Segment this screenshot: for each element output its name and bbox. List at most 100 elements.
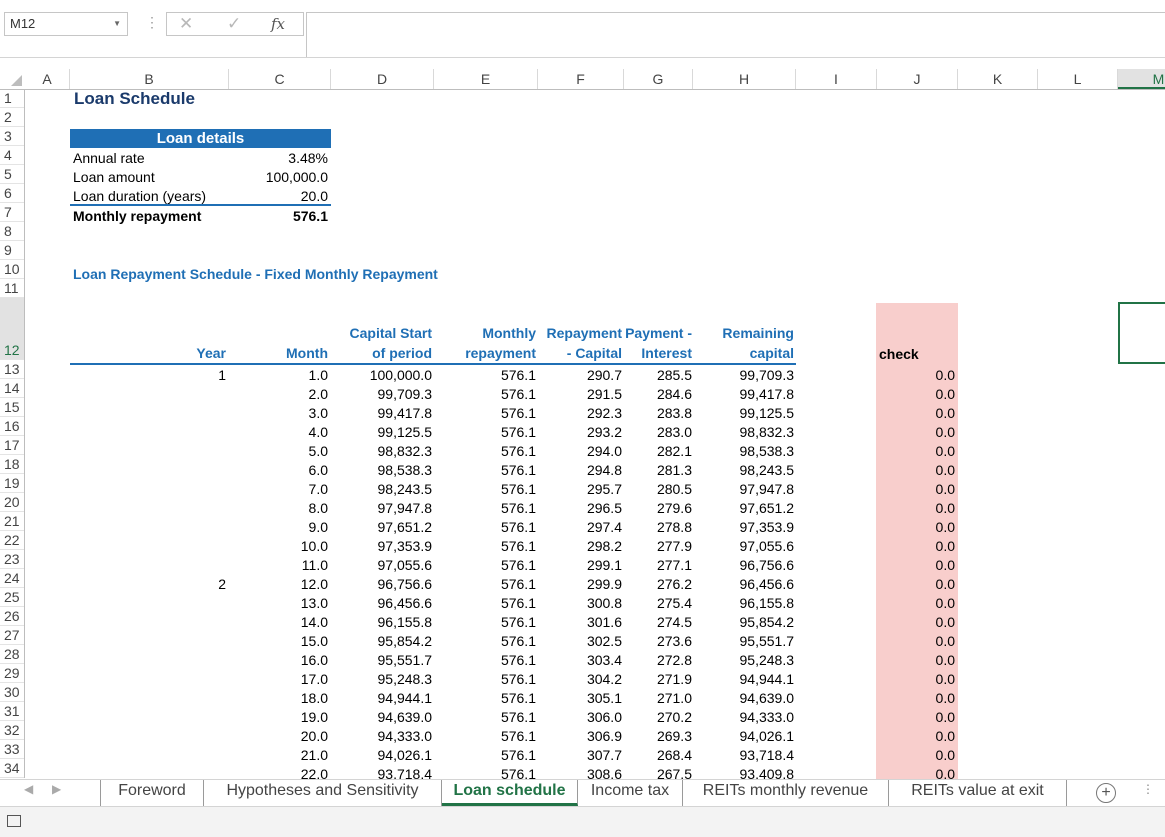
select-all-corner[interactable] <box>0 69 25 89</box>
table-cell-month: 5.0 <box>308 443 328 459</box>
column-header-b[interactable]: B <box>70 69 229 89</box>
table-cell-check: 0.0 <box>935 424 955 440</box>
table-cell-month: 18.0 <box>300 690 328 706</box>
table-cell-check: 0.0 <box>935 557 955 573</box>
row-header-20[interactable]: 20 <box>0 493 24 512</box>
schedule-title: Loan Repayment Schedule - Fixed Monthly … <box>73 266 438 282</box>
column-header-e[interactable]: E <box>434 69 538 89</box>
table-cell-capital: 297.4 <box>586 519 622 535</box>
row-header-24[interactable]: 24 <box>0 569 24 588</box>
column-header-h[interactable]: H <box>693 69 796 89</box>
loan-details-divider <box>70 204 331 206</box>
add-sheet-icon[interactable]: + <box>1096 783 1116 803</box>
row-header-14[interactable]: 14 <box>0 379 24 398</box>
row-header-8[interactable]: 8 <box>0 222 24 241</box>
row-header-17[interactable]: 17 <box>0 436 24 455</box>
table-cell-interest: 275.4 <box>656 595 692 611</box>
row-header-25[interactable]: 25 <box>0 588 24 607</box>
row-header-26[interactable]: 26 <box>0 607 24 626</box>
table-cell-check: 0.0 <box>935 519 955 535</box>
table-cell-month: 11.0 <box>301 557 328 573</box>
table-cell-capital: 301.6 <box>586 614 622 630</box>
insert-function-icon[interactable]: fx <box>271 15 285 33</box>
table-cell-pay: 576.1 <box>500 538 536 554</box>
row-header-22[interactable]: 22 <box>0 531 24 550</box>
row-header-1[interactable]: 1 <box>0 89 24 108</box>
table-cell-remaining: 95,551.7 <box>739 633 795 649</box>
row-header-16[interactable]: 16 <box>0 417 24 436</box>
column-header-d[interactable]: D <box>331 69 434 89</box>
row-header-28[interactable]: 28 <box>0 645 24 664</box>
sheet-tab-income-tax[interactable]: Income tax <box>578 780 683 806</box>
row-header-15[interactable]: 15 <box>0 398 24 417</box>
row-header-9[interactable]: 9 <box>0 241 24 260</box>
chevron-down-icon[interactable]: ▼ <box>113 13 121 35</box>
table-cell-capital: 294.8 <box>586 462 622 478</box>
sheet-tabs: Foreword Hypotheses and Sensitivity Loan s… <box>100 780 1067 806</box>
row-header-33[interactable]: 33 <box>0 740 24 759</box>
column-header-a[interactable]: A <box>25 69 70 89</box>
table-cell-month: 1.0 <box>308 367 328 383</box>
column-header-f[interactable]: F <box>538 69 624 89</box>
row-header-11[interactable]: 11 <box>0 279 24 298</box>
table-cell-start: 98,243.5 <box>377 481 433 497</box>
formula-input[interactable] <box>306 12 1165 57</box>
column-header-g[interactable]: G <box>624 69 693 89</box>
row-header-34[interactable]: 34 <box>0 759 24 778</box>
table-cell-pay: 576.1 <box>500 557 536 573</box>
table-cell-month: 19.0 <box>300 709 328 725</box>
column-header-c[interactable]: C <box>229 69 331 89</box>
cancel-icon[interactable]: ✕ <box>179 14 193 34</box>
table-cell-remaining: 94,333.0 <box>739 709 795 725</box>
table-cell-interest: 273.6 <box>656 633 692 649</box>
row-header-31[interactable]: 31 <box>0 702 24 721</box>
table-cell-start: 100,000.0 <box>369 367 432 383</box>
table-cell-interest: 285.5 <box>656 367 692 383</box>
table-cell-remaining: 96,456.6 <box>739 576 795 592</box>
table-cell-remaining: 98,832.3 <box>739 424 795 440</box>
row-header-32[interactable]: 32 <box>0 721 24 740</box>
table-cell-capital: 307.7 <box>586 747 622 763</box>
row-header-5[interactable]: 5 <box>0 165 24 184</box>
row-header-2[interactable]: 2 <box>0 108 24 127</box>
row-header-19[interactable]: 19 <box>0 474 24 493</box>
column-header-l[interactable]: L <box>1038 69 1118 89</box>
scroll-left-icon[interactable]: ◀ <box>24 782 33 796</box>
enter-icon[interactable]: ✓ <box>227 14 241 34</box>
sheet-tab-hypotheses-and-sensitivity[interactable]: Hypotheses and Sensitivity <box>204 780 442 806</box>
column-header-i[interactable]: I <box>796 69 877 89</box>
row-header-27[interactable]: 27 <box>0 626 24 645</box>
row-header-18[interactable]: 18 <box>0 455 24 474</box>
table-cell-pay: 576.1 <box>500 728 536 744</box>
sheet-tab-loan-schedule[interactable]: Loan schedule <box>442 780 578 806</box>
column-header-m[interactable]: M <box>1118 69 1165 89</box>
header-check: check <box>879 346 919 362</box>
row-header-6[interactable]: 6 <box>0 184 24 203</box>
row-header-30[interactable]: 30 <box>0 683 24 702</box>
table-cell-pay: 576.1 <box>500 671 536 687</box>
table-cell-start: 94,639.0 <box>377 709 433 725</box>
row-header-21[interactable]: 21 <box>0 512 24 531</box>
scroll-right-icon[interactable]: ▶ <box>52 782 61 796</box>
table-cell-start: 97,055.6 <box>377 557 433 573</box>
drag-handle-icon[interactable]: ⋮ <box>145 14 159 31</box>
row-header-7[interactable]: 7 <box>0 203 24 222</box>
table-cell-month: 6.0 <box>308 462 328 478</box>
column-header-k[interactable]: K <box>958 69 1038 89</box>
sheet-tab-reits-monthly-revenue[interactable]: REITs monthly revenue <box>683 780 889 806</box>
row-header-23[interactable]: 23 <box>0 550 24 569</box>
row-header-29[interactable]: 29 <box>0 664 24 683</box>
table-cell-pay: 576.1 <box>500 462 536 478</box>
sheet-tab-foreword[interactable]: Foreword <box>101 780 204 806</box>
row-header-4[interactable]: 4 <box>0 146 24 165</box>
more-options-icon[interactable]: ⋮ <box>1142 782 1154 796</box>
name-box[interactable]: M12 ▼ <box>4 12 128 36</box>
row-header-10[interactable]: 10 <box>0 260 24 279</box>
header-interest-2: Interest <box>641 345 692 361</box>
sheet-tab-reits-value-at-exit[interactable]: REITs value at exit <box>889 780 1067 806</box>
selected-cell-m12[interactable] <box>1118 302 1165 364</box>
column-header-j[interactable]: J <box>877 69 958 89</box>
row-header-13[interactable]: 13 <box>0 360 24 379</box>
row-header-12[interactable]: 12 <box>0 298 24 360</box>
row-header-3[interactable]: 3 <box>0 127 24 146</box>
